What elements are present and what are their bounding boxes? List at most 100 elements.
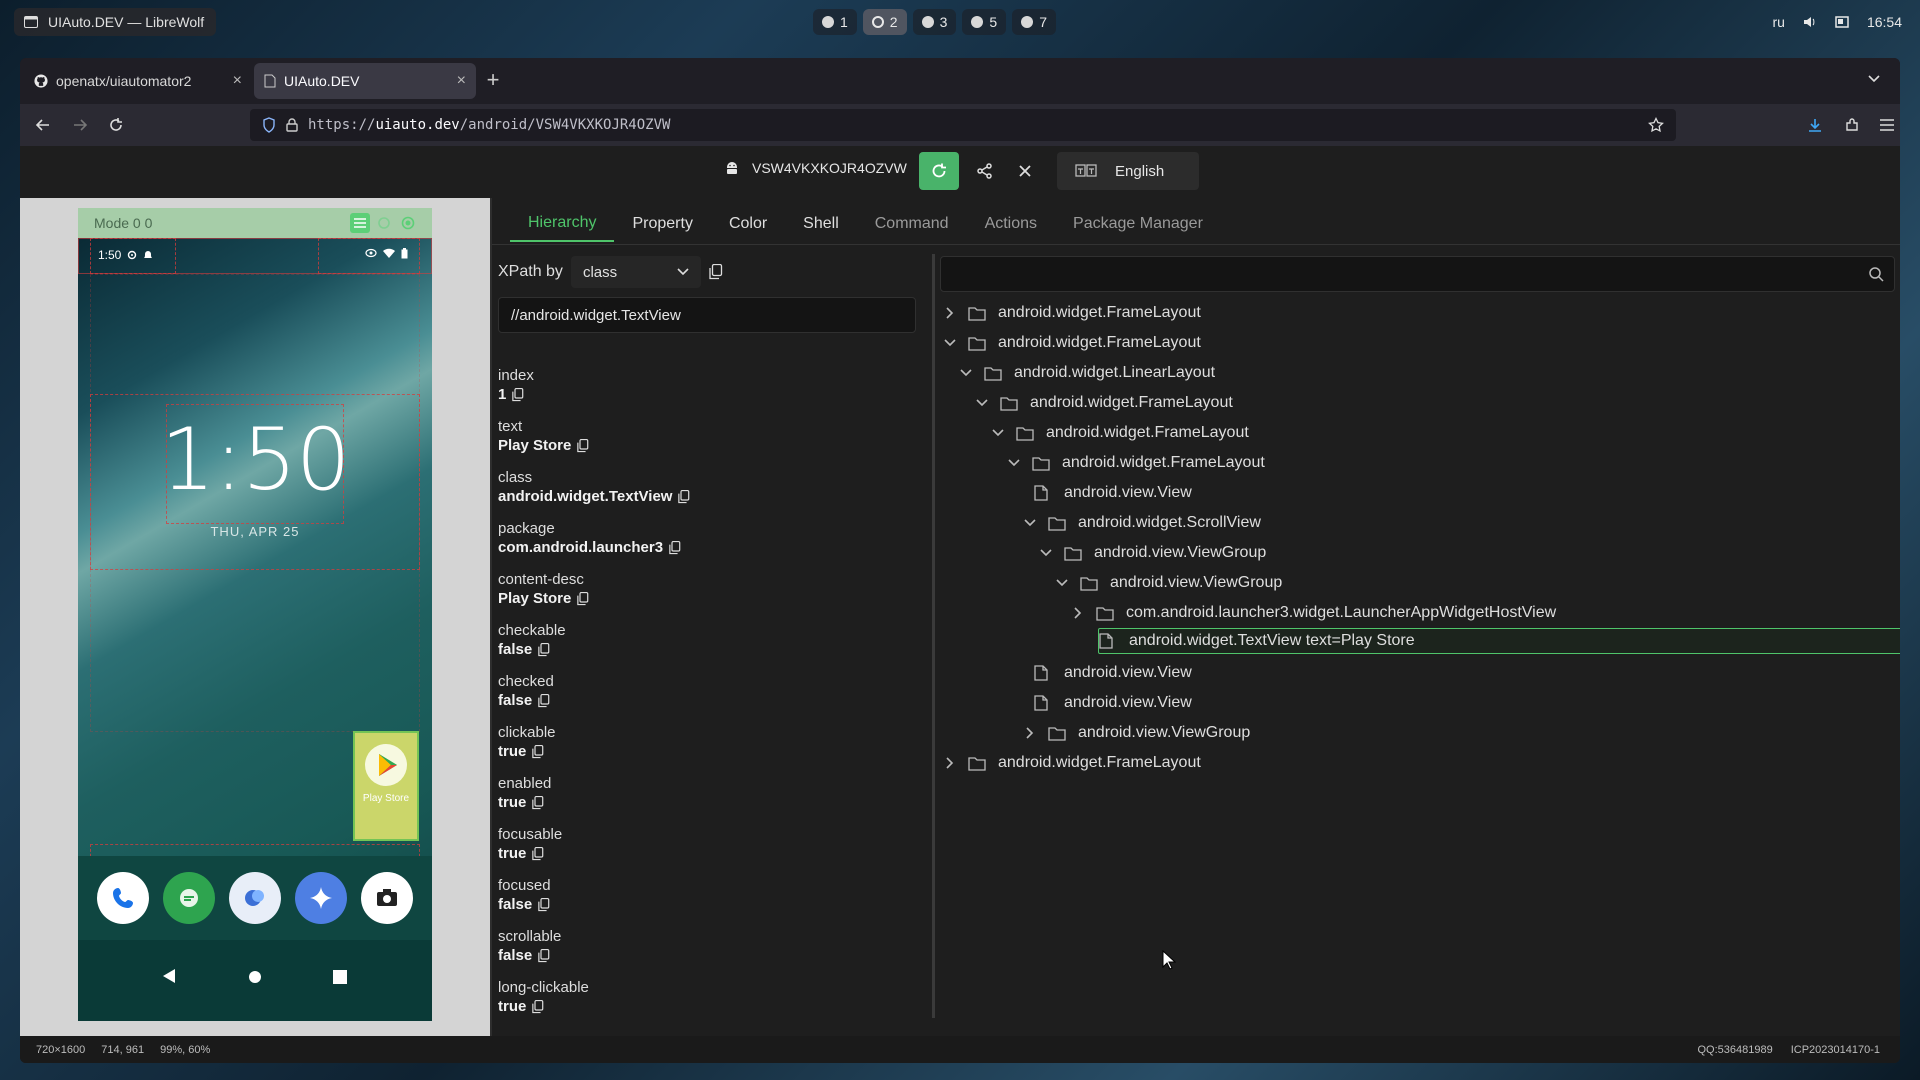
workspace-3[interactable]: 3 [912,9,957,35]
tree-node[interactable]: android.widget.FrameLayout [940,329,1201,357]
copy-icon[interactable] [577,591,589,606]
play-store-widget[interactable]: Play Store [353,731,419,841]
workspace-5[interactable]: 5 [962,9,1007,35]
tab-close-icon[interactable]: × [457,72,466,90]
properties-scrollbar[interactable] [932,254,935,1018]
copy-icon[interactable] [532,795,544,810]
xpath-strategy-select[interactable]: class [570,256,701,288]
chevron-right-icon[interactable] [1020,719,1040,747]
recents-key-icon[interactable] [333,970,347,984]
url-bar[interactable]: https://uiauto.dev/android/VSW4VKXKOJR4O… [250,109,1676,141]
copy-icon[interactable] [532,999,544,1014]
target-mode-icon[interactable] [398,213,418,233]
icp-license[interactable]: ICP2023014170-1 [1791,1044,1880,1056]
chevron-down-icon[interactable] [956,359,976,387]
tree-node-selected[interactable]: android.widget.TextView text=Play Store [1098,628,1900,654]
forward-button[interactable] [67,112,93,138]
phone-icon[interactable] [97,872,149,924]
chevron-down-icon[interactable] [1020,509,1040,537]
tree-node[interactable]: android.widget.LinearLayout [956,359,1215,387]
window-title-pill[interactable]: UIAuto.DEV — LibreWolf [14,8,217,36]
tab-package-manager[interactable]: Package Manager [1055,206,1221,242]
tree-node[interactable]: android.widget.FrameLayout [988,419,1249,447]
list-all-tabs-icon[interactable] [1866,70,1882,86]
tree-node[interactable]: android.view.View [1034,689,1192,717]
bookmark-star-icon[interactable] [1648,117,1664,133]
search-icon[interactable] [1868,266,1884,282]
extensions-icon[interactable] [1839,112,1865,138]
tab-shell[interactable]: Shell [785,206,857,242]
hierarchy-search-input[interactable] [940,256,1895,292]
workspace-7[interactable]: 7 [1012,9,1056,35]
chevron-down-icon[interactable] [972,389,992,417]
tab-hierarchy[interactable]: Hierarchy [510,206,615,242]
tab-close-icon[interactable]: × [233,72,242,90]
chevron-down-icon[interactable] [1036,539,1056,567]
display-icon[interactable] [1835,16,1849,28]
chat-icon[interactable] [229,872,281,924]
panel-divider[interactable] [490,198,492,1036]
menu-icon[interactable] [1874,112,1900,138]
tab-uiauto[interactable]: UIAuto.DEV × [254,63,476,99]
tab-actions[interactable]: Actions [967,206,1055,242]
volume-icon[interactable] [1803,15,1817,29]
workspace-1[interactable]: 1 [813,9,857,35]
tree-node[interactable]: android.view.ViewGroup [1052,569,1282,597]
camera-icon[interactable] [361,872,413,924]
xpath-input[interactable]: //android.widget.TextView [498,297,916,333]
list-mode-icon[interactable] [350,213,370,233]
qq-contact[interactable]: QQ:536481989 [1697,1044,1772,1056]
copy-icon[interactable] [532,744,544,759]
copy-icon[interactable] [538,693,550,708]
close-device-button[interactable] [1008,152,1042,190]
copy-icon[interactable] [577,438,589,453]
copy-icon[interactable] [538,948,550,963]
tab-github[interactable]: openatx/uiautomator2 × [24,63,252,99]
assistant-icon[interactable] [295,872,347,924]
new-tab-button[interactable]: + [480,68,506,94]
copy-icon[interactable] [709,264,723,280]
tree-node[interactable]: android.widget.ScrollView [1020,509,1261,537]
reload-button[interactable] [103,112,129,138]
tab-command[interactable]: Command [857,206,967,242]
chevron-down-icon[interactable] [1004,449,1024,477]
tree-node[interactable]: android.view.ViewGroup [1036,539,1266,567]
share-button[interactable] [968,152,1002,190]
tab-property[interactable]: Property [614,206,710,242]
back-button[interactable] [30,112,56,138]
downloads-icon[interactable] [1802,112,1828,138]
chevron-down-icon[interactable] [1052,569,1072,597]
tree-node[interactable]: android.widget.FrameLayout [940,749,1201,777]
copy-icon[interactable] [538,897,550,912]
messages-icon[interactable] [163,872,215,924]
copy-icon[interactable] [678,489,690,504]
tracking-shield-icon[interactable] [262,117,276,133]
tree-node[interactable]: com.android.launcher3.widget.LauncherApp… [1068,599,1556,627]
home-key-icon[interactable] [248,970,262,984]
language-switcher[interactable]: English [1057,152,1199,190]
tree-node[interactable]: android.widget.FrameLayout [940,299,1201,327]
tree-node[interactable]: android.view.View [1034,659,1192,687]
copy-icon[interactable] [512,387,524,402]
chevron-right-icon[interactable] [1068,599,1088,627]
chevron-right-icon[interactable] [940,299,960,327]
chevron-down-icon[interactable] [940,329,960,357]
tab-color[interactable]: Color [711,206,785,242]
tree-node[interactable]: android.widget.FrameLayout [1004,449,1265,477]
workspace-2[interactable]: 2 [862,9,907,35]
keyboard-layout[interactable]: ru [1773,14,1785,30]
refresh-button[interactable] [919,152,959,190]
chevron-down-icon[interactable] [988,419,1008,447]
copy-icon[interactable] [538,642,550,657]
tree-node[interactable]: android.view.ViewGroup [1020,719,1250,747]
drag-mode-icon[interactable] [374,213,394,233]
lock-icon[interactable] [286,118,298,132]
copy-icon[interactable] [669,540,681,555]
chevron-right-icon[interactable] [940,749,960,777]
copy-icon[interactable] [532,846,544,861]
tree-node[interactable]: android.view.View [1034,479,1192,507]
phone-screen[interactable]: 1:50 1:50 THU, APR 25 Play Store [78,238,432,1021]
tree-node[interactable]: android.widget.FrameLayout [972,389,1233,417]
back-key-icon[interactable] [162,968,176,984]
device-screenshot[interactable]: Mode 0 0 1:50 1:50 THU, APR 25 Play Stor… [78,208,432,1021]
